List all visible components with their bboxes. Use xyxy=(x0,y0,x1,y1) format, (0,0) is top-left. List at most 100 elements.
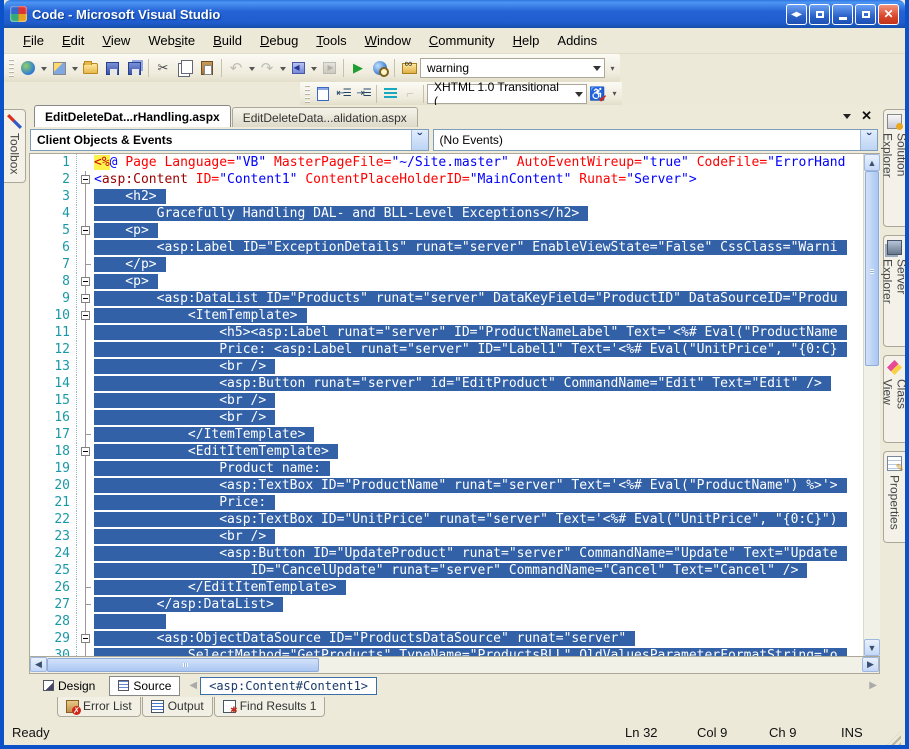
fold-margin[interactable] xyxy=(76,630,94,647)
menu-addins[interactable]: Addins xyxy=(548,30,606,51)
add-item-button[interactable] xyxy=(48,57,70,79)
code-line-20[interactable]: 20 <asp:TextBox ID="ProductName" runat="… xyxy=(30,477,863,494)
cut-button[interactable] xyxy=(152,57,174,79)
collapse-icon[interactable] xyxy=(81,226,90,235)
fold-margin[interactable] xyxy=(76,307,94,324)
open-file-button[interactable] xyxy=(79,57,101,79)
code-line-5[interactable]: 5 <p> xyxy=(30,222,863,239)
code-line-15[interactable]: 15 <br /> xyxy=(30,392,863,409)
code-line-21[interactable]: 21 Price: xyxy=(30,494,863,511)
code-line-9[interactable]: 9 <asp:DataList ID="Products" runat="ser… xyxy=(30,290,863,307)
scroll-left-icon[interactable]: ◀ xyxy=(30,657,47,672)
collapse-icon[interactable] xyxy=(81,294,90,303)
sidebar-tab-class-view[interactable]: Class View xyxy=(883,355,905,443)
redo-button[interactable] xyxy=(256,57,278,79)
code-line-3[interactable]: 3 <h2> xyxy=(30,188,863,205)
undock-button[interactable] xyxy=(809,4,830,25)
tag-nav-right-icon[interactable]: ▶ xyxy=(869,680,877,691)
navigate-backward-dropdown-icon[interactable] xyxy=(309,57,318,79)
save-button[interactable] xyxy=(101,57,123,79)
code-line-6[interactable]: 6 <asp:Label ID="ExceptionDetails" runat… xyxy=(30,239,863,256)
code-line-17[interactable]: 17 </ItemTemplate> xyxy=(30,426,863,443)
redo-dropdown-icon[interactable] xyxy=(278,57,287,79)
toolbar-grip[interactable] xyxy=(9,59,14,77)
menu-debug[interactable]: Debug xyxy=(251,30,307,51)
code-editor[interactable]: 1<%@ Page Language="VB" MasterPageFile="… xyxy=(29,153,880,657)
bottom-tab-find-results[interactable]: Find Results 1 xyxy=(214,697,326,717)
sidebar-tab-toolbox[interactable]: Toolbox xyxy=(4,109,26,183)
code-line-1[interactable]: 1<%@ Page Language="VB" MasterPageFile="… xyxy=(30,154,863,171)
tab-editdelete-errorhandling[interactable]: EditDeleteDat...rHandling.aspx xyxy=(34,105,231,127)
format-selection-button[interactable] xyxy=(380,84,400,103)
horizontal-scrollbar[interactable]: ◀ ▶ xyxy=(29,657,880,674)
code-line-25[interactable]: 25 ID="CancelUpdate" runat="server" Comm… xyxy=(30,562,863,579)
scroll-up-icon[interactable]: ▲ xyxy=(864,154,880,171)
sidebar-tab-solution-explorer[interactable]: Solution Explorer xyxy=(883,109,905,227)
code-line-28[interactable]: 28 xyxy=(30,613,863,630)
code-line-23[interactable]: 23 <br /> xyxy=(30,528,863,545)
code-area[interactable]: 1<%@ Page Language="VB" MasterPageFile="… xyxy=(30,154,863,656)
bottom-tab-error-list[interactable]: Error List xyxy=(57,697,141,717)
vertical-scrollbar-thumb[interactable] xyxy=(865,171,879,366)
paste-button[interactable] xyxy=(196,57,218,79)
menu-window[interactable]: Window xyxy=(356,30,420,51)
title-bar[interactable]: Code - Microsoft Visual Studio ◂▸ ✕ xyxy=(4,0,905,28)
collapse-icon[interactable] xyxy=(81,447,90,456)
sidebar-tab-properties[interactable]: Properties xyxy=(883,451,905,543)
start-debug-button[interactable] xyxy=(347,57,369,79)
objects-dropdown[interactable]: Client Objects & Events xyxy=(30,129,429,151)
code-line-14[interactable]: 14 <asp:Button runat="server" id="EditPr… xyxy=(30,375,863,392)
code-line-18[interactable]: 18 <EditItemTemplate> xyxy=(30,443,863,460)
tag-navigator-item[interactable]: <asp:Content#Content1> xyxy=(200,677,377,695)
tag-nav-left-icon[interactable]: ◀ xyxy=(189,680,197,691)
menu-community[interactable]: Community xyxy=(420,30,504,51)
menu-edit[interactable]: Edit xyxy=(53,30,93,51)
comment-out-button[interactable] xyxy=(400,84,420,103)
accessibility-check-button[interactable] xyxy=(587,84,607,103)
collapse-icon[interactable] xyxy=(81,311,90,320)
events-dropdown[interactable]: (No Events) xyxy=(433,129,878,151)
code-line-2[interactable]: 2<asp:Content ID="Content1" ContentPlace… xyxy=(30,171,863,188)
undo-button[interactable] xyxy=(225,57,247,79)
find-in-files-button[interactable] xyxy=(398,57,420,79)
chevron-down-icon[interactable] xyxy=(860,130,877,150)
toolbar-options-icon[interactable]: ▾ xyxy=(607,58,618,78)
format-document-button[interactable] xyxy=(313,84,333,103)
scroll-right-icon[interactable]: ▶ xyxy=(862,657,879,672)
navigate-backward-button[interactable] xyxy=(287,57,309,79)
bottom-tab-output[interactable]: Output xyxy=(142,697,213,717)
menu-file[interactable]: File xyxy=(14,30,53,51)
code-line-29[interactable]: 29 <asp:ObjectDataSource ID="ProductsDat… xyxy=(30,630,863,647)
minimize-button[interactable] xyxy=(832,4,853,25)
close-document-icon[interactable]: ✕ xyxy=(861,110,872,122)
fold-margin[interactable] xyxy=(76,222,94,239)
menu-build[interactable]: Build xyxy=(204,30,251,51)
menu-help[interactable]: Help xyxy=(504,30,549,51)
find-combo[interactable]: warning xyxy=(420,58,605,78)
menu-website[interactable]: Website xyxy=(139,30,204,51)
fold-margin[interactable] xyxy=(76,171,94,188)
chevron-down-icon[interactable] xyxy=(571,85,586,103)
code-line-22[interactable]: 22 <asp:TextBox ID="UnitPrice" runat="se… xyxy=(30,511,863,528)
save-all-button[interactable] xyxy=(123,57,145,79)
code-line-27[interactable]: 27 </asp:DataList> xyxy=(30,596,863,613)
increase-indent-button[interactable] xyxy=(353,84,373,103)
scroll-down-icon[interactable]: ▼ xyxy=(864,639,880,656)
fold-margin[interactable] xyxy=(76,273,94,290)
chevron-down-icon[interactable] xyxy=(411,130,428,150)
new-website-dropdown-icon[interactable] xyxy=(39,57,48,79)
menu-tools[interactable]: Tools xyxy=(307,30,355,51)
view-in-browser-button[interactable] xyxy=(369,57,391,79)
doctype-combo[interactable]: XHTML 1.0 Transitional ( xyxy=(427,84,587,104)
code-line-13[interactable]: 13 <br /> xyxy=(30,358,863,375)
tab-editdelete-validation[interactable]: EditDeleteData...alidation.aspx xyxy=(232,107,418,127)
move-horizontal-button[interactable]: ◂▸ xyxy=(786,4,807,25)
sidebar-tab-server-explorer[interactable]: Server Explorer xyxy=(883,235,905,347)
design-view-button[interactable]: Design xyxy=(35,677,103,695)
code-line-19[interactable]: 19 Product name: xyxy=(30,460,863,477)
code-line-11[interactable]: 11 <h5><asp:Label runat="server" ID="Pro… xyxy=(30,324,863,341)
undo-dropdown-icon[interactable] xyxy=(247,57,256,79)
tab-list-dropdown-icon[interactable] xyxy=(843,114,851,123)
code-line-4[interactable]: 4 Gracefully Handling DAL- and BLL-Level… xyxy=(30,205,863,222)
collapse-icon[interactable] xyxy=(81,634,90,643)
